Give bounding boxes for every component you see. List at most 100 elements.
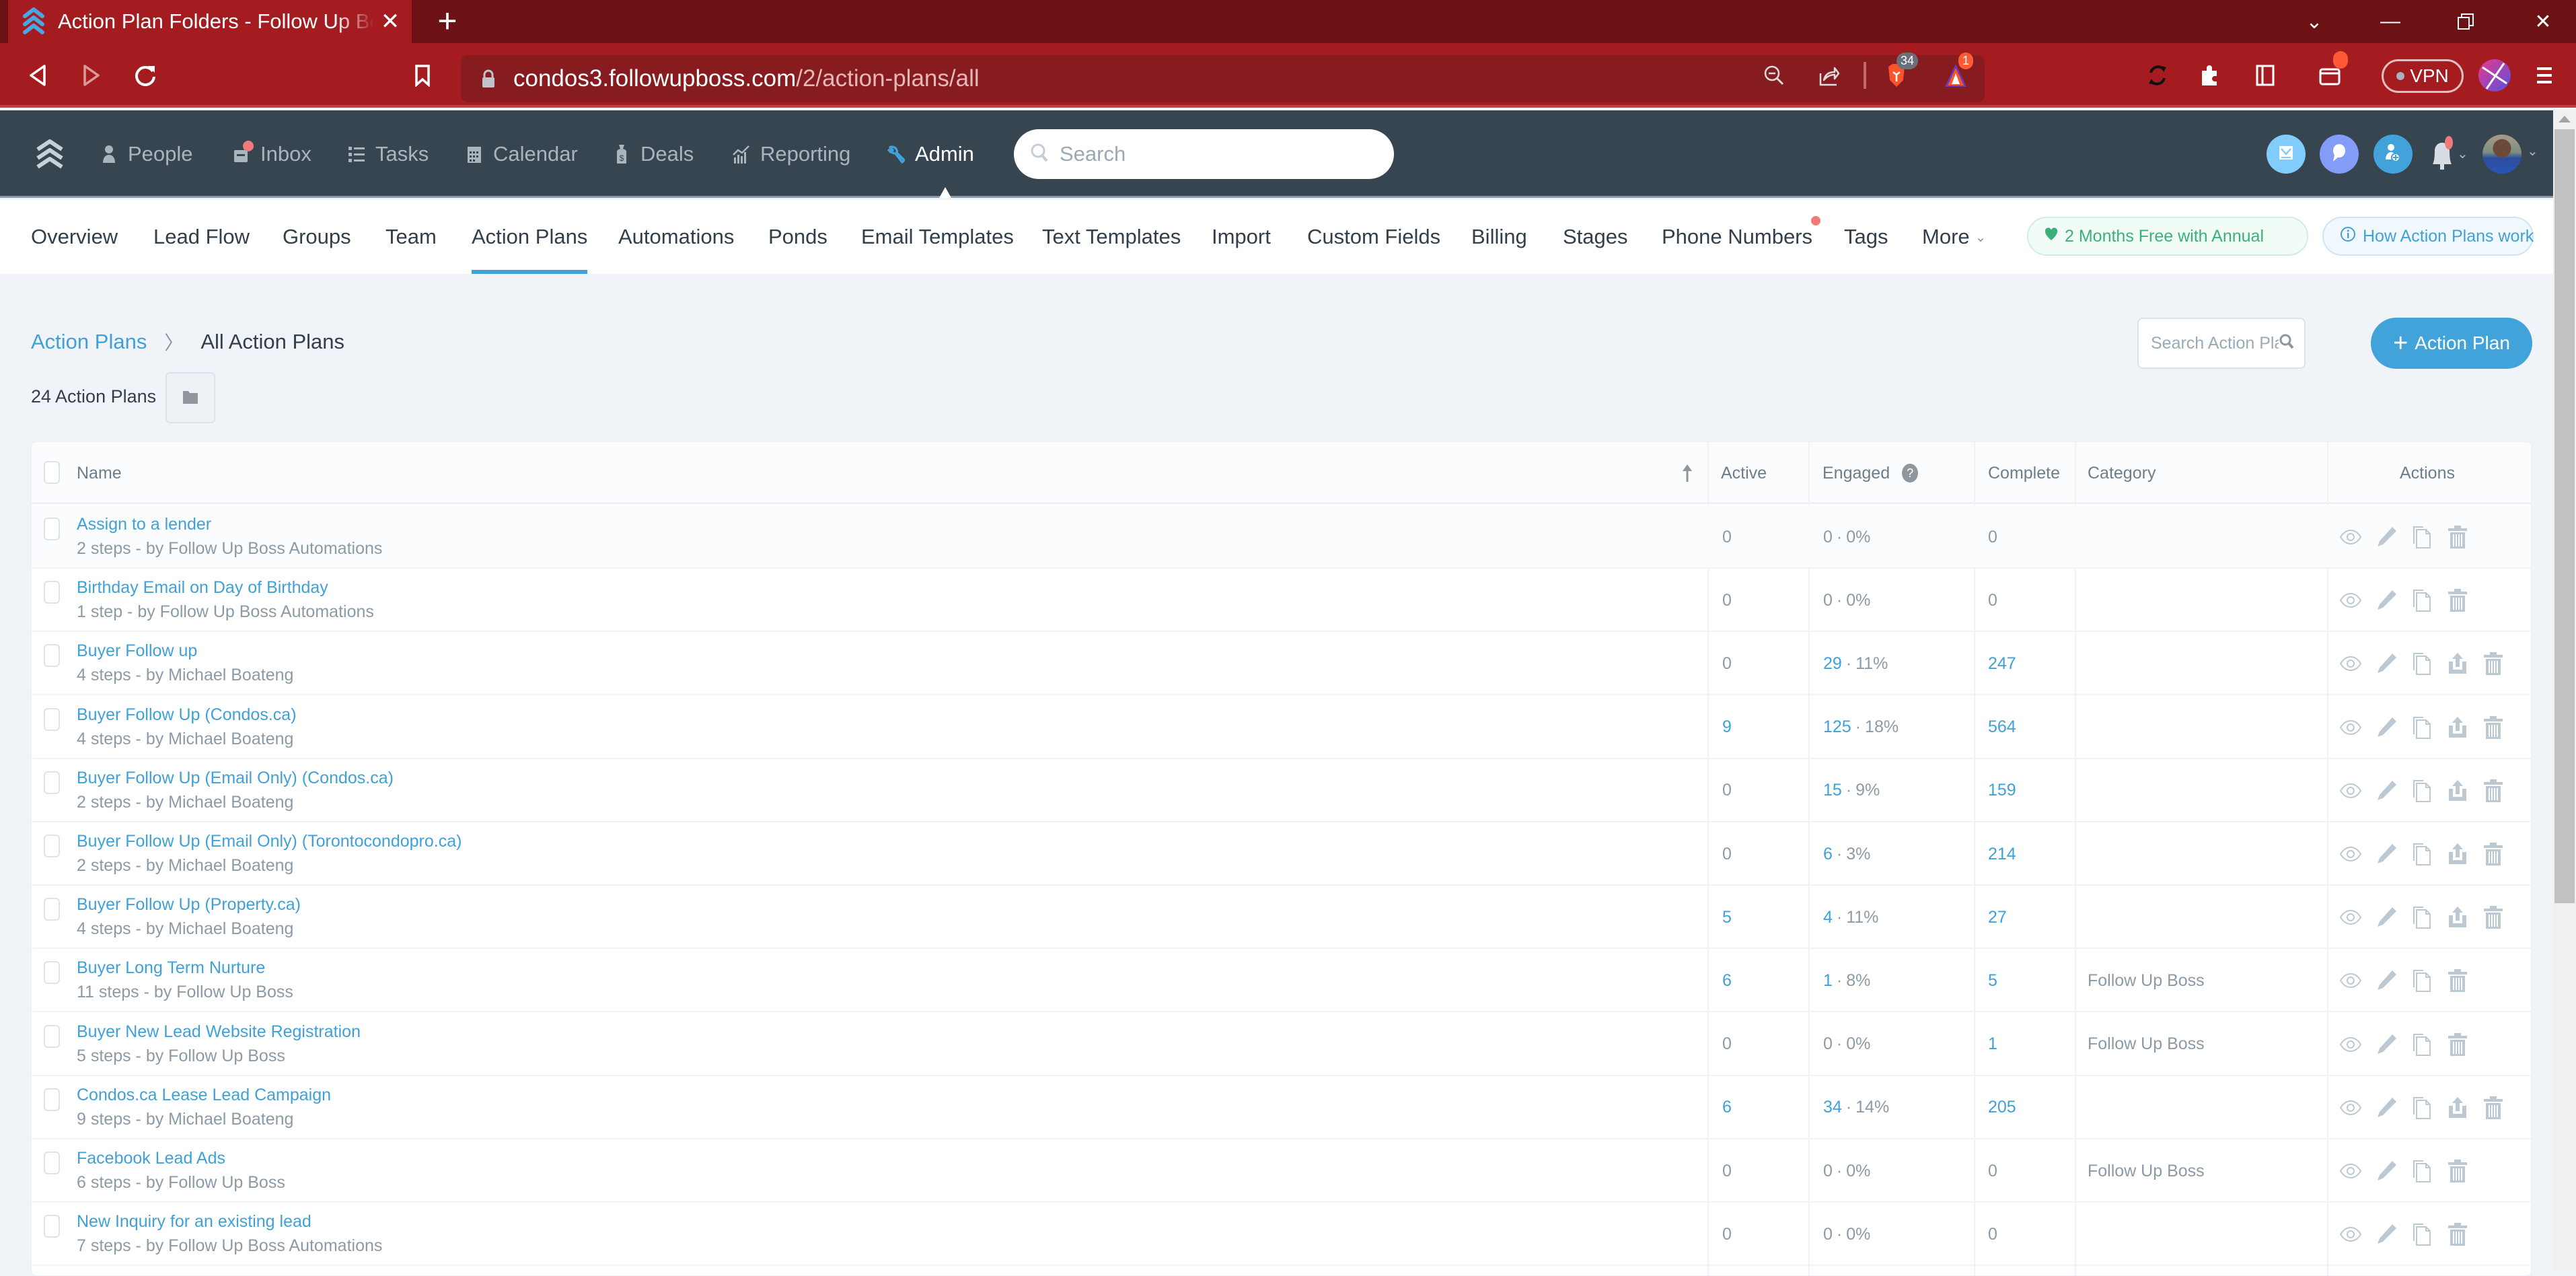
plan-name-link[interactable]: Buyer Long Term Nurture bbox=[77, 958, 265, 978]
edit-pencil-icon[interactable] bbox=[2375, 906, 2398, 929]
compose-email-button[interactable] bbox=[2267, 135, 2306, 174]
table-row[interactable]: Condos.ca Lease Lead Campaign 9 steps - … bbox=[32, 1076, 2531, 1139]
delete-trash-icon[interactable] bbox=[2482, 715, 2505, 739]
complete-count[interactable]: 564 bbox=[1988, 696, 2016, 759]
complete-count[interactable]: 0 bbox=[1988, 1139, 1997, 1203]
active-count[interactable]: 0 bbox=[1722, 1203, 1732, 1266]
subnav-billing[interactable]: Billing bbox=[1471, 220, 1527, 254]
table-row[interactable]: Facebook Lead Ads 6 steps - by Follow Up… bbox=[32, 1139, 2531, 1203]
engaged-cell[interactable]: 0 · 0% bbox=[1823, 505, 1870, 569]
engaged-count[interactable]: 6 bbox=[1823, 845, 1833, 864]
extensions-puzzle-icon[interactable] bbox=[2195, 57, 2224, 94]
plan-name-link[interactable]: Buyer Follow Up (Email Only) (Torontocon… bbox=[77, 832, 462, 851]
subnav-overview[interactable]: Overview bbox=[31, 220, 118, 254]
engaged-count[interactable]: 0 bbox=[1823, 591, 1833, 610]
copy-duplicate-icon[interactable] bbox=[2411, 652, 2433, 676]
table-row[interactable]: Buyer New Lead Website Registration 5 st… bbox=[32, 1013, 2531, 1076]
brave-rewards-icon[interactable]: 1 bbox=[1941, 52, 1974, 94]
copy-duplicate-icon[interactable] bbox=[2411, 843, 2433, 865]
copy-duplicate-icon[interactable] bbox=[2411, 716, 2433, 739]
column-header-name[interactable]: Name bbox=[77, 442, 122, 504]
engaged-cell[interactable]: 0 · 0% bbox=[1823, 1013, 1870, 1076]
engaged-count[interactable]: 0 bbox=[1823, 1162, 1833, 1181]
row-checkbox[interactable] bbox=[44, 581, 60, 604]
engaged-count[interactable]: 125 bbox=[1823, 717, 1851, 737]
subnav-text-templates[interactable]: Text Templates bbox=[1042, 220, 1181, 254]
scroll-up-arrow-icon[interactable] bbox=[2559, 116, 2571, 122]
select-all-checkbox[interactable] bbox=[44, 461, 60, 484]
subnav-lead-flow[interactable]: Lead Flow bbox=[153, 220, 250, 254]
view-eye-icon[interactable] bbox=[2339, 1033, 2362, 1056]
zoom-out-icon[interactable] bbox=[1759, 57, 1789, 94]
engaged-cell[interactable]: 0 · 0% bbox=[1823, 569, 1870, 632]
row-checkbox[interactable] bbox=[44, 771, 60, 794]
share-export-icon[interactable] bbox=[2446, 1096, 2469, 1119]
active-count[interactable]: 0 bbox=[1722, 1013, 1732, 1076]
plan-name-link[interactable]: New Inquiry for an existing lead bbox=[77, 1212, 311, 1232]
nav-deals[interactable]: $ Deals bbox=[612, 139, 694, 170]
subnav-ponds[interactable]: Ponds bbox=[768, 220, 827, 254]
complete-count[interactable]: 0 bbox=[1988, 569, 1997, 632]
address-bar[interactable]: condos3.followupboss.com/2/action-plans/… bbox=[461, 55, 1985, 102]
engaged-count[interactable]: 0 bbox=[1823, 1034, 1833, 1054]
row-checkbox[interactable] bbox=[44, 961, 60, 985]
share-export-icon[interactable] bbox=[2446, 906, 2469, 929]
column-header-complete[interactable]: Complete bbox=[1988, 442, 2060, 504]
share-page-icon[interactable] bbox=[1814, 57, 1844, 94]
new-tab-button[interactable]: + bbox=[431, 2, 464, 40]
browser-menu-icon[interactable] bbox=[2530, 57, 2559, 94]
view-eye-icon[interactable] bbox=[2339, 589, 2362, 612]
engaged-cell[interactable]: 4 · 11% bbox=[1823, 886, 1878, 949]
minimize-window-button[interactable]: — bbox=[2360, 0, 2421, 43]
add-person-button[interactable] bbox=[2373, 135, 2413, 174]
subnav-custom-fields[interactable]: Custom Fields bbox=[1307, 220, 1440, 254]
active-count[interactable]: 0 bbox=[1722, 632, 1732, 695]
row-checkbox[interactable] bbox=[44, 1151, 60, 1174]
complete-count[interactable]: 159 bbox=[1988, 759, 2016, 822]
engaged-cell[interactable]: 125 · 18% bbox=[1823, 696, 1899, 759]
vpn-button[interactable]: VPN bbox=[2382, 59, 2464, 93]
engaged-count[interactable]: 34 bbox=[1823, 1098, 1842, 1117]
table-row[interactable]: Buyer Long Term Nurture 11 steps - by Fo… bbox=[32, 949, 2531, 1013]
subnav-groups[interactable]: Groups bbox=[283, 220, 351, 254]
reload-button[interactable] bbox=[126, 57, 164, 94]
table-row[interactable]: Buyer Follow Up (Email Only) (Condos.ca)… bbox=[32, 759, 2531, 822]
page-scrollbar[interactable] bbox=[2553, 110, 2576, 1271]
plan-name-link[interactable]: Buyer Follow Up (Property.ca) bbox=[77, 895, 301, 915]
complete-count[interactable]: 205 bbox=[1988, 1076, 2016, 1139]
plan-name-link[interactable]: Condos.ca Lease Lead Campaign bbox=[77, 1086, 331, 1105]
edit-pencil-icon[interactable] bbox=[2375, 1096, 2398, 1119]
row-checkbox[interactable] bbox=[44, 1088, 60, 1111]
tab-close-icon[interactable]: ✕ bbox=[375, 7, 405, 36]
view-eye-icon[interactable] bbox=[2339, 716, 2362, 739]
engaged-count[interactable]: 0 bbox=[1823, 1225, 1833, 1244]
copy-duplicate-icon[interactable] bbox=[2411, 1033, 2433, 1056]
copy-duplicate-icon[interactable] bbox=[2411, 969, 2433, 993]
engaged-cell[interactable]: 15 · 9% bbox=[1823, 759, 1880, 822]
nav-reporting[interactable]: Reporting bbox=[732, 139, 850, 170]
close-window-button[interactable]: ✕ bbox=[2513, 0, 2573, 43]
user-avatar[interactable] bbox=[2482, 135, 2522, 174]
plan-name-link[interactable]: Assign to a lender bbox=[77, 515, 211, 534]
plan-name-link[interactable]: Birthday Email on Day of Birthday bbox=[77, 578, 328, 598]
active-count[interactable]: 5 bbox=[1722, 886, 1732, 949]
sort-ascending-arrow-icon[interactable] bbox=[1681, 442, 1693, 504]
table-row[interactable]: Buyer Follow up 4 steps - by Michael Boa… bbox=[32, 632, 2531, 696]
bookmark-icon[interactable] bbox=[404, 57, 441, 94]
active-count[interactable]: 0 bbox=[1722, 822, 1732, 886]
nav-admin[interactable]: Admin bbox=[887, 139, 974, 170]
add-action-plan-button[interactable]: + Action Plan bbox=[2371, 318, 2532, 369]
view-eye-icon[interactable] bbox=[2339, 1223, 2362, 1246]
plan-name-link[interactable]: Buyer New Lead Website Registration bbox=[77, 1022, 361, 1042]
complete-count[interactable]: 5 bbox=[1988, 949, 1997, 1012]
view-eye-icon[interactable] bbox=[2339, 1160, 2362, 1182]
nav-inbox[interactable]: Inbox bbox=[232, 139, 311, 170]
copy-duplicate-icon[interactable] bbox=[2411, 1096, 2433, 1119]
browser-profile-avatar[interactable] bbox=[2474, 57, 2515, 94]
engaged-count[interactable]: 29 bbox=[1823, 654, 1842, 674]
delete-trash-icon[interactable] bbox=[2482, 779, 2505, 802]
edit-pencil-icon[interactable] bbox=[2375, 1033, 2398, 1056]
delete-trash-icon[interactable] bbox=[2482, 652, 2505, 676]
row-checkbox[interactable] bbox=[44, 1215, 60, 1238]
plan-name-link[interactable]: Buyer Follow up bbox=[77, 641, 197, 661]
